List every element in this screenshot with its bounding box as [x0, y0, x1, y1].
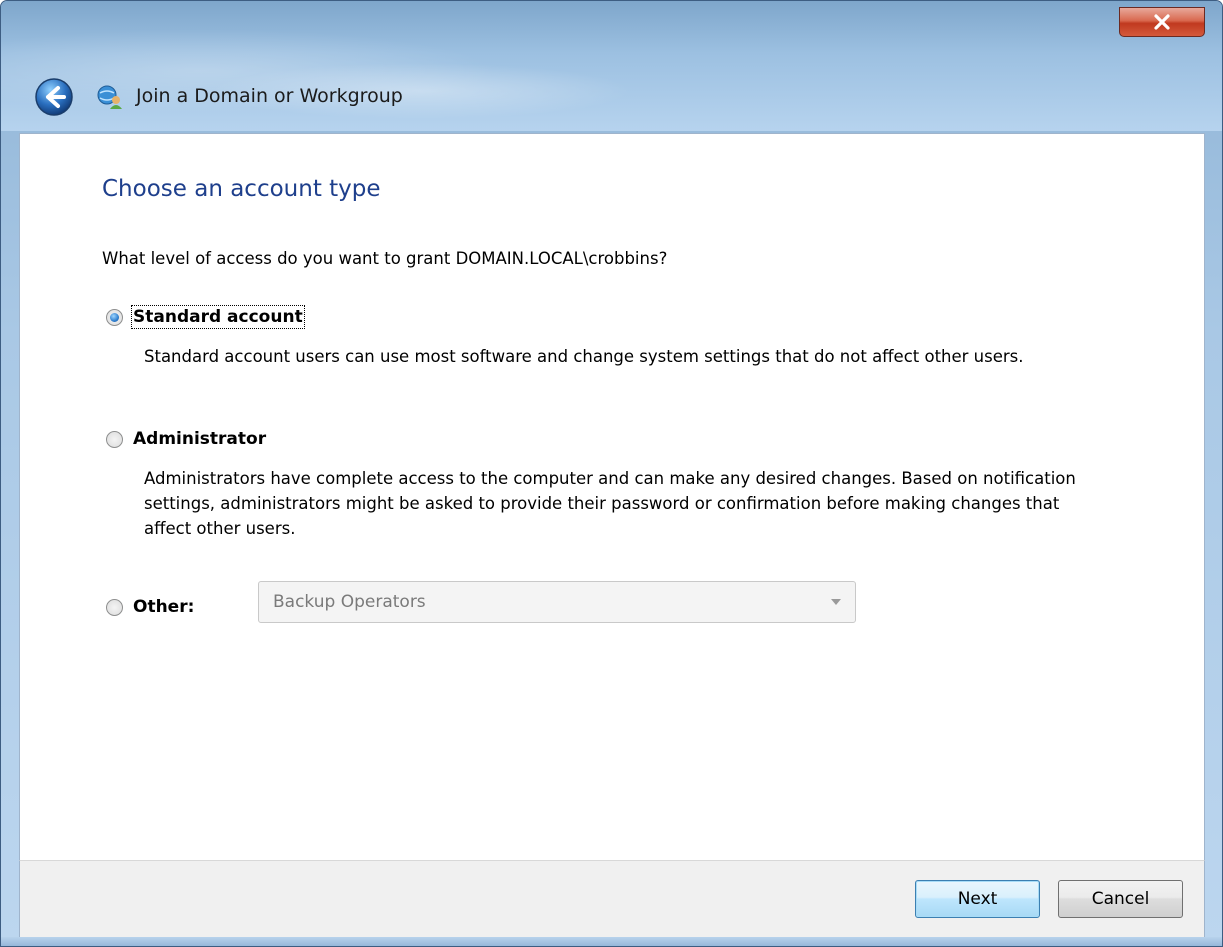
next-button[interactable]: Next — [915, 880, 1040, 918]
option-other[interactable]: Other: — [106, 597, 194, 617]
back-arrow-icon[interactable] — [34, 77, 74, 117]
title-bar: Join a Domain or Workgroup — [1, 1, 1222, 131]
standard-account-description: Standard account users can use most soft… — [144, 347, 1024, 366]
page-heading: Choose an account type — [102, 176, 381, 202]
option-standard-account[interactable]: Standard account — [106, 305, 305, 329]
wizard-content: Choose an account type What level of acc… — [19, 133, 1205, 861]
network-users-icon — [97, 85, 122, 109]
cancel-button[interactable]: Cancel — [1058, 880, 1183, 918]
wizard-footer: Next Cancel — [19, 860, 1205, 937]
administrator-label[interactable]: Administrator — [133, 429, 266, 449]
option-administrator[interactable]: Administrator — [106, 429, 266, 449]
administrator-radio[interactable] — [106, 430, 123, 448]
standard-account-radio[interactable] — [106, 308, 123, 326]
other-group-select[interactable]: Backup Operators — [258, 581, 856, 623]
close-icon — [1154, 14, 1170, 30]
chevron-down-icon — [831, 599, 841, 605]
window-bottom-border — [1, 937, 1222, 946]
other-group-value: Backup Operators — [273, 592, 426, 612]
close-button[interactable] — [1119, 7, 1205, 37]
window-title: Join a Domain or Workgroup — [136, 85, 403, 107]
standard-account-label[interactable]: Standard account — [131, 305, 305, 329]
access-question: What level of access do you want to gran… — [102, 249, 668, 268]
other-label[interactable]: Other: — [133, 597, 194, 617]
dialog-window: Join a Domain or Workgroup Choose an acc… — [0, 0, 1223, 947]
administrator-description: Administrators have complete access to t… — [144, 469, 1076, 538]
other-radio[interactable] — [106, 598, 123, 616]
